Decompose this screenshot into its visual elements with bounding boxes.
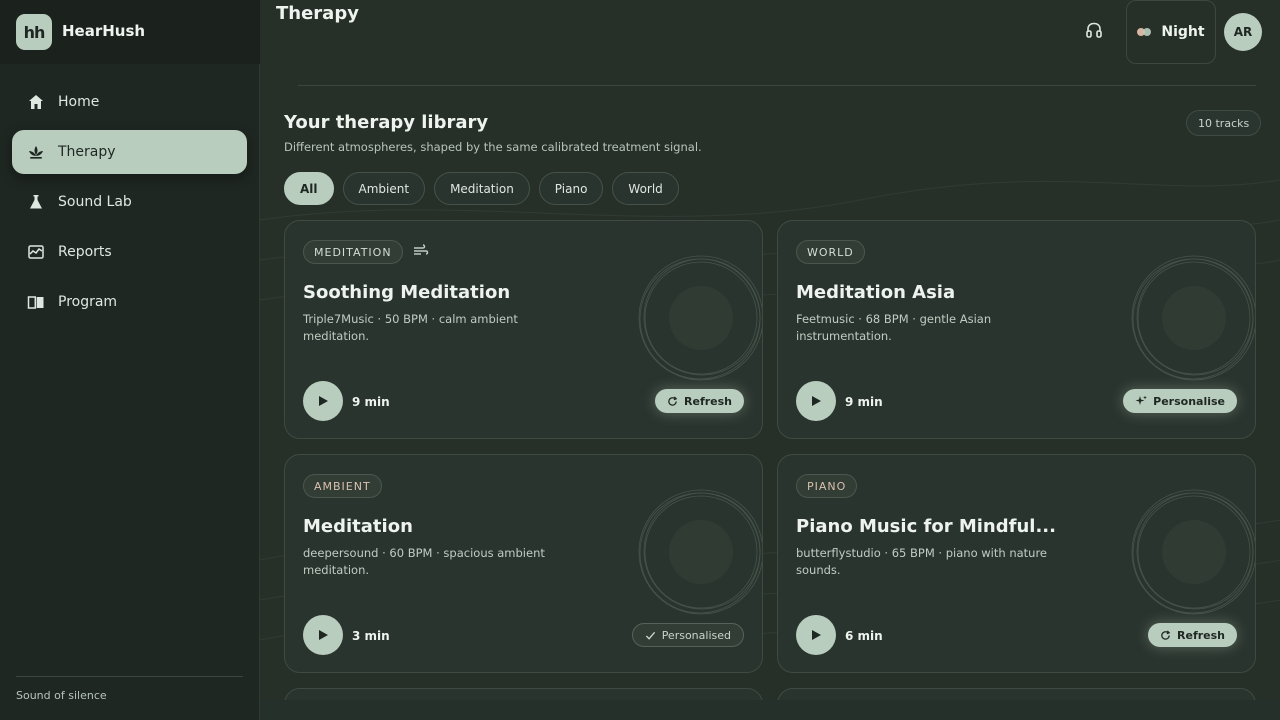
track-title: Meditation Asia xyxy=(796,282,956,303)
filter-chip-ambient[interactable]: Ambient xyxy=(342,172,426,205)
track-tag: PIANO xyxy=(796,474,858,498)
track-description: deepersound · 60 BPM · spacious ambient … xyxy=(303,546,545,577)
track-description: butterflystudio · 65 BPM · piano with na… xyxy=(796,546,1048,577)
action-label: Refresh xyxy=(1177,628,1225,642)
sidebar-item-reports[interactable]: Reports xyxy=(12,230,247,274)
action-label: Personalised xyxy=(661,628,731,642)
refresh-button[interactable]: Refresh xyxy=(655,389,744,413)
refresh-button[interactable]: Refresh xyxy=(1148,623,1237,647)
sidebar-item-label: Therapy xyxy=(58,144,116,160)
sidebar-item-therapy[interactable]: Therapy xyxy=(12,130,247,174)
library-subtitle: Different atmospheres, shaped by the sam… xyxy=(284,140,702,154)
personalised-button[interactable]: Personalised xyxy=(631,623,744,647)
sound-ring-graphic xyxy=(1131,489,1255,615)
action-label: Refresh xyxy=(684,394,732,408)
check-icon xyxy=(645,631,655,640)
play-icon xyxy=(319,396,328,406)
tag-row: PIANO xyxy=(796,474,858,498)
play-icon xyxy=(319,630,328,640)
personalise-button[interactable]: Personalise xyxy=(1123,389,1237,413)
wind-icon xyxy=(413,243,429,262)
filter-chip-meditation[interactable]: Meditation xyxy=(434,172,530,205)
filter-chip-piano[interactable]: Piano xyxy=(538,172,604,205)
track-duration: 9 min xyxy=(845,395,883,409)
track-card[interactable]: MEDITATION Soothing Meditation Triple7Mu… xyxy=(284,220,763,439)
sidebar-item-program[interactable]: Program xyxy=(12,280,247,324)
sidebar-header: hh HearHush xyxy=(0,0,260,64)
filter-chip-world[interactable]: World xyxy=(612,172,679,205)
tag-row: MEDITATION xyxy=(303,240,429,264)
refresh-icon xyxy=(668,395,678,406)
play-button[interactable] xyxy=(303,615,343,655)
track-description: Feetmusic · 68 BPM · gentle Asian instru… xyxy=(796,312,992,343)
track-tag: WORLD xyxy=(796,240,865,264)
avatar[interactable]: AR xyxy=(1224,13,1262,51)
track-duration: 9 min xyxy=(352,395,390,409)
tag-row: AMBIENT xyxy=(303,474,382,498)
book-icon xyxy=(26,292,46,312)
library-title: Your therapy library xyxy=(284,112,489,133)
lotus-icon xyxy=(26,142,46,162)
track-tag: MEDITATION xyxy=(303,240,403,264)
filter-chips: All Ambient Meditation Piano World xyxy=(284,172,679,205)
headphones-button[interactable] xyxy=(1082,20,1106,44)
play-button[interactable] xyxy=(303,381,343,421)
play-icon xyxy=(812,396,821,406)
play-icon xyxy=(812,630,821,640)
theme-dots-icon xyxy=(1137,27,1153,37)
play-button[interactable] xyxy=(796,615,836,655)
track-title: Piano Music for Mindful... xyxy=(796,516,1056,537)
track-card[interactable]: WORLD Meditation Asia Feetmusic · 68 BPM… xyxy=(777,220,1256,439)
track-card[interactable]: PIANO Piano Music for Mindful... butterf… xyxy=(777,454,1256,673)
track-duration: 3 min xyxy=(352,629,390,643)
main-content: Therapy Night AR Your therapy library Di… xyxy=(260,0,1280,720)
track-tag: AMBIENT xyxy=(303,474,382,498)
action-label: Personalise xyxy=(1153,394,1225,408)
sidebar-nav: Home Therapy Sound Lab Reports Program xyxy=(12,80,247,330)
track-count-badge: 10 tracks xyxy=(1186,110,1262,136)
chart-icon xyxy=(26,242,46,262)
sound-ring-graphic xyxy=(638,489,762,615)
tag-row: WORLD xyxy=(796,240,865,264)
page-title: Therapy xyxy=(276,3,359,24)
track-duration: 6 min xyxy=(845,629,883,643)
bottom-edge xyxy=(260,700,1280,720)
flask-icon xyxy=(26,192,46,212)
headphones-icon xyxy=(1085,21,1103,43)
track-title: Soothing Meditation xyxy=(303,282,511,303)
sidebar: hh HearHush Home Therapy Sound Lab Repor… xyxy=(0,0,260,720)
brand-name: HearHush xyxy=(62,22,146,40)
app-logo[interactable]: hh xyxy=(16,14,52,50)
refresh-icon xyxy=(1161,629,1171,640)
sidebar-item-label: Home xyxy=(58,94,100,110)
sparkle-icon xyxy=(1135,395,1148,405)
track-title: Meditation xyxy=(303,516,413,537)
sidebar-divider xyxy=(16,676,243,677)
theme-label: Night xyxy=(1161,24,1205,40)
sidebar-item-sound-lab[interactable]: Sound Lab xyxy=(12,180,247,224)
sidebar-item-label: Sound Lab xyxy=(58,194,132,210)
sidebar-item-home[interactable]: Home xyxy=(12,80,247,124)
sidebar-item-label: Reports xyxy=(58,244,112,260)
sound-ring-graphic xyxy=(1131,255,1255,381)
track-description: Triple7Music · 50 BPM · calm ambient med… xyxy=(303,312,518,343)
sidebar-item-label: Program xyxy=(58,294,118,310)
night-mode-toggle[interactable]: Night xyxy=(1126,0,1216,64)
filter-chip-all[interactable]: All xyxy=(284,172,334,205)
track-card[interactable]: AMBIENT Meditation deepersound · 60 BPM … xyxy=(284,454,763,673)
play-button[interactable] xyxy=(796,381,836,421)
header-divider xyxy=(298,85,1256,86)
home-icon xyxy=(26,92,46,112)
sound-ring-graphic xyxy=(638,255,762,381)
sidebar-footer: Sound of silence xyxy=(16,689,107,702)
